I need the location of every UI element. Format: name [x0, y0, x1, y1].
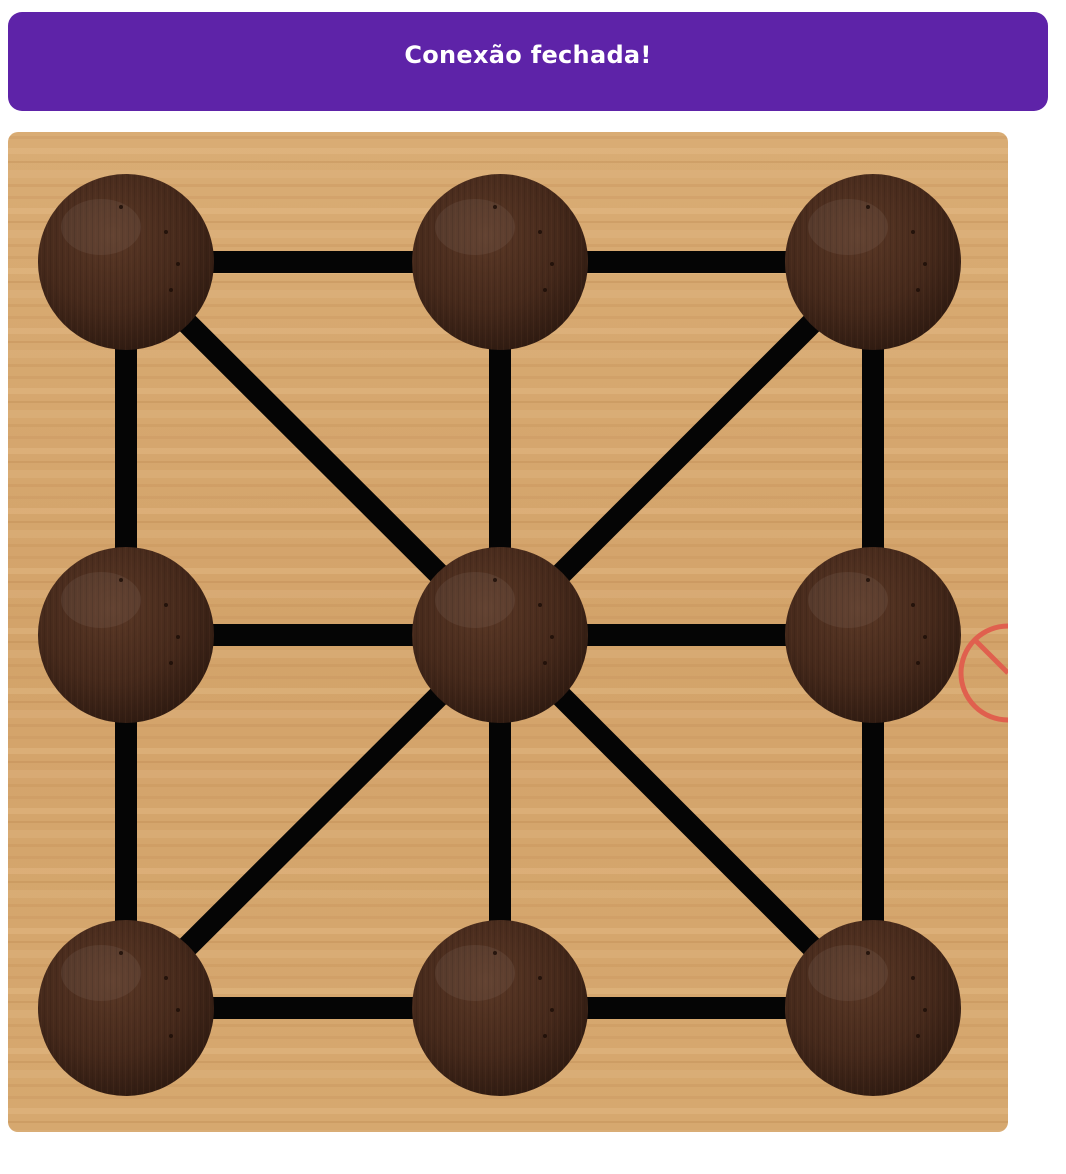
piece-top-center[interactable]	[412, 174, 588, 350]
piece-bottom-center[interactable]	[412, 920, 588, 1096]
board-canvas[interactable]	[8, 132, 1008, 1132]
status-banner: Conexão fechada!	[8, 12, 1048, 111]
piece-center[interactable]	[412, 547, 588, 723]
piece-bottom-left[interactable]	[38, 920, 214, 1096]
piece-middle-left[interactable]	[38, 547, 214, 723]
piece-top-right[interactable]	[785, 174, 961, 350]
no-entry-icon	[958, 615, 1008, 735]
piece-top-left[interactable]	[38, 174, 214, 350]
piece-middle-right[interactable]	[785, 547, 961, 723]
game-board[interactable]	[8, 132, 1008, 1132]
piece-bottom-right[interactable]	[785, 920, 961, 1096]
status-message: Conexão fechada!	[404, 40, 652, 69]
